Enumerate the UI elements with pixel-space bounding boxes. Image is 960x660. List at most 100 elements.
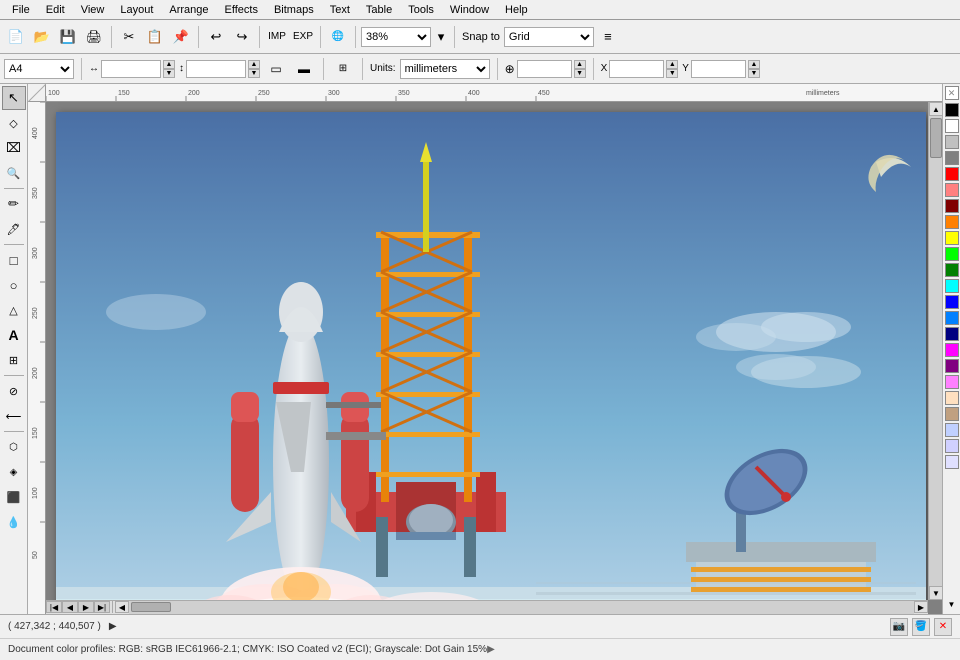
y-up[interactable]: ▲ xyxy=(748,60,760,69)
white-swatch[interactable] xyxy=(945,119,959,133)
snap-up[interactable]: ▲ xyxy=(574,60,586,69)
x-input[interactable]: 6,35 mm xyxy=(609,60,664,78)
prev-page-btn[interactable]: ◀ xyxy=(62,601,78,613)
lightblue-swatch[interactable] xyxy=(945,311,959,325)
last-page-btn[interactable]: ▶| xyxy=(94,601,110,613)
paste-button[interactable]: 📌 xyxy=(169,25,193,49)
first-page-btn[interactable]: |◀ xyxy=(46,601,62,613)
blend-tool-btn[interactable]: ⬡ xyxy=(2,435,26,459)
rect-tool-btn[interactable]: □ xyxy=(2,248,26,272)
x-spin[interactable]: ▲ ▼ xyxy=(666,60,678,78)
snap-settings-btn[interactable]: ≡ xyxy=(596,25,620,49)
save-button[interactable]: 💾 xyxy=(56,25,80,49)
peach-swatch[interactable] xyxy=(945,391,959,405)
fill-icon-btn[interactable]: 🪣 xyxy=(912,618,930,636)
menu-edit[interactable]: Edit xyxy=(38,2,73,18)
ellipse-tool-btn[interactable]: ○ xyxy=(2,273,26,297)
eyedropper-tool-btn[interactable]: 💧 xyxy=(2,510,26,534)
camera-icon-btn[interactable]: 📷 xyxy=(890,618,908,636)
height-spin[interactable]: ▲ ▼ xyxy=(248,60,260,78)
snap-select[interactable]: GridGuidelinesObjects xyxy=(504,27,594,47)
orange-swatch[interactable] xyxy=(945,215,959,229)
menu-table[interactable]: Table xyxy=(358,2,400,18)
palette-scroll-down[interactable]: ▼ xyxy=(945,598,959,612)
height-down[interactable]: ▼ xyxy=(248,69,260,78)
artpen-tool-btn[interactable]: 🖊 xyxy=(2,217,26,241)
copy-button[interactable]: 📋 xyxy=(143,25,167,49)
scroll-track-h[interactable] xyxy=(129,601,914,614)
new-button[interactable]: 📄 xyxy=(4,25,28,49)
undo-button[interactable]: ↩ xyxy=(204,25,228,49)
width-spin[interactable]: ▲ ▼ xyxy=(163,60,175,78)
lavender-swatch[interactable] xyxy=(945,423,959,437)
x-up[interactable]: ▲ xyxy=(666,60,678,69)
scroll-left-btn[interactable]: ◀ xyxy=(115,601,129,613)
no-fill-swatch[interactable]: ✕ xyxy=(945,86,959,100)
blue-swatch[interactable] xyxy=(945,295,959,309)
scroll-thumb-h[interactable] xyxy=(131,602,171,612)
next-page-btn[interactable]: ▶ xyxy=(78,601,94,613)
height-input[interactable]: 297,0 mm xyxy=(186,60,246,78)
redo-button[interactable]: ↪ xyxy=(230,25,254,49)
lightred-swatch[interactable] xyxy=(945,183,959,197)
zoom-dropdown[interactable]: ▾ xyxy=(433,25,449,49)
green-swatch[interactable] xyxy=(945,247,959,261)
snap-dist-input[interactable]: 2,54 mm xyxy=(517,60,572,78)
fill-tool-btn[interactable]: ⬛ xyxy=(2,485,26,509)
horizontal-scrollbar[interactable]: |◀ ◀ ▶ ▶| ◀ ▶ xyxy=(46,600,928,614)
pink-swatch[interactable] xyxy=(945,375,959,389)
scroll-right-btn[interactable]: ▶ xyxy=(914,601,928,613)
lightlavender-swatch[interactable] xyxy=(945,439,959,453)
zoom-tool-btn[interactable]: 🔍 xyxy=(2,161,26,185)
menu-arrange[interactable]: Arrange xyxy=(161,2,216,18)
close-icon-btn[interactable]: ✕ xyxy=(934,618,952,636)
table-tool-btn[interactable]: ⊞ xyxy=(2,348,26,372)
export-button[interactable]: EXP xyxy=(291,25,315,49)
tan-swatch[interactable] xyxy=(945,407,959,421)
dimension-tool-btn[interactable]: ⊘ xyxy=(2,379,26,403)
y-spin[interactable]: ▲ ▼ xyxy=(748,60,760,78)
gray-swatch[interactable] xyxy=(945,135,959,149)
height-up[interactable]: ▲ xyxy=(248,60,260,69)
import-button[interactable]: IMP xyxy=(265,25,289,49)
width-up[interactable]: ▲ xyxy=(163,60,175,69)
width-input[interactable]: 210,0 mm xyxy=(101,60,161,78)
darkgray-swatch[interactable] xyxy=(945,151,959,165)
menu-window[interactable]: Window xyxy=(442,2,497,18)
red-swatch[interactable] xyxy=(945,167,959,181)
width-down[interactable]: ▼ xyxy=(163,69,175,78)
menu-effects[interactable]: Effects xyxy=(217,2,266,18)
cyan-swatch[interactable] xyxy=(945,279,959,293)
darkgreen-swatch[interactable] xyxy=(945,263,959,277)
darkred-swatch[interactable] xyxy=(945,199,959,213)
menu-text[interactable]: Text xyxy=(322,2,358,18)
menu-view[interactable]: View xyxy=(73,2,113,18)
menu-file[interactable]: File xyxy=(4,2,38,18)
canvas-area[interactable]: 100 150 200 250 300 350 400 450 millimet… xyxy=(28,84,942,614)
connector-tool-btn[interactable]: ⟵ xyxy=(2,404,26,428)
freehand-tool-btn[interactable]: ✏ xyxy=(2,192,26,216)
transparency-tool-btn[interactable]: ◈ xyxy=(2,460,26,484)
landscape-btn[interactable]: ▬ xyxy=(292,57,316,81)
vertical-scrollbar[interactable]: ▲ ▼ xyxy=(928,102,942,600)
page-size-select[interactable]: A4 xyxy=(4,59,74,79)
navy-swatch[interactable] xyxy=(945,327,959,341)
print-button[interactable]: 🖨 xyxy=(82,25,106,49)
yellow-swatch[interactable] xyxy=(945,231,959,245)
drawing-surface[interactable] xyxy=(46,102,928,614)
scroll-up-btn[interactable]: ▲ xyxy=(929,102,942,116)
text-tool-btn[interactable]: A xyxy=(2,323,26,347)
polygon-tool-btn[interactable]: △ xyxy=(2,298,26,322)
units-select[interactable]: millimeters inchespixels xyxy=(400,59,490,79)
all-pages-btn[interactable]: ⊞ xyxy=(331,57,355,81)
snap-down[interactable]: ▼ xyxy=(574,69,586,78)
scroll-down-btn[interactable]: ▼ xyxy=(929,586,942,600)
snap-spin[interactable]: ▲ ▼ xyxy=(574,60,586,78)
y-down[interactable]: ▼ xyxy=(748,69,760,78)
shape-tool-btn[interactable]: ◇ xyxy=(2,111,26,135)
scroll-thumb-v[interactable] xyxy=(930,118,942,158)
publish-web-button[interactable]: 🌐 xyxy=(326,25,350,49)
crop-tool-btn[interactable]: ⌧ xyxy=(2,136,26,160)
verylightblue-swatch[interactable] xyxy=(945,455,959,469)
cut-button[interactable]: ✂ xyxy=(117,25,141,49)
